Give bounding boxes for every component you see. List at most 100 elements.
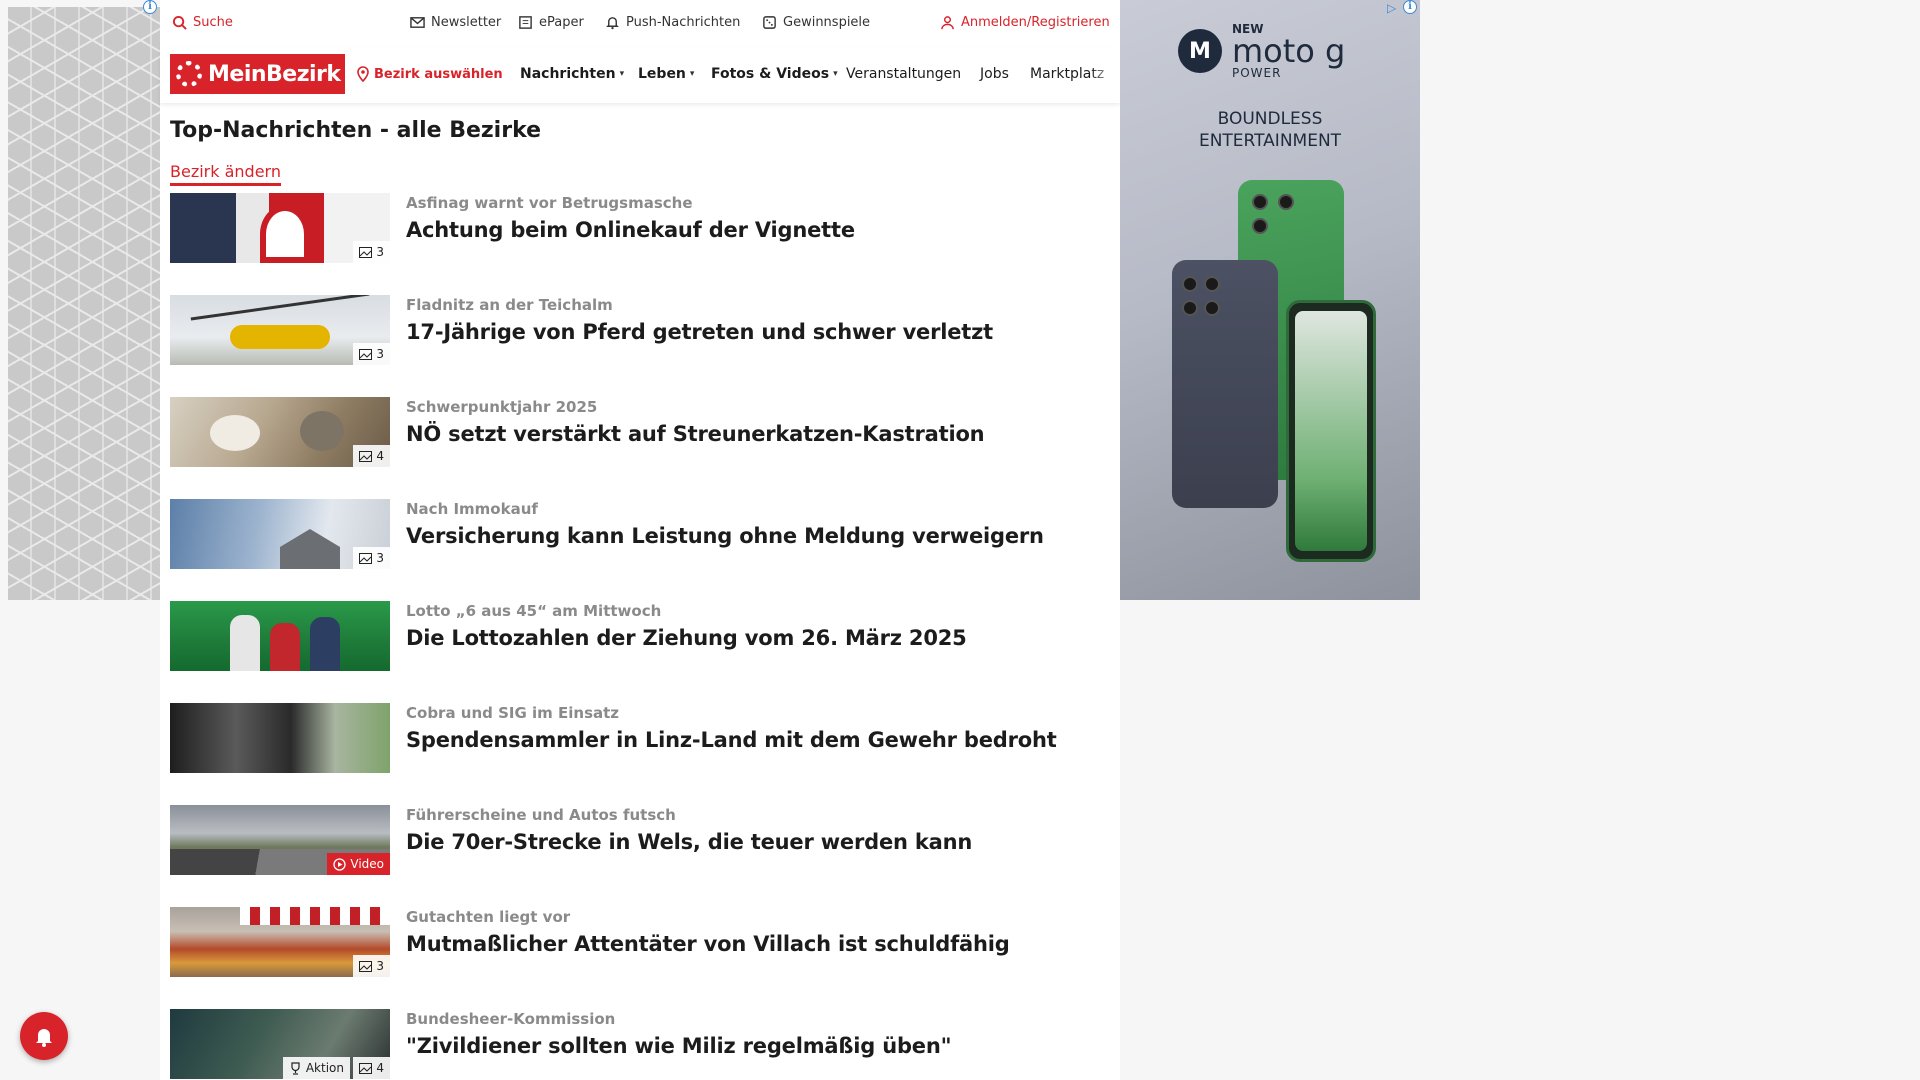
article-text: Schwerpunktjahr 2025 NÖ setzt verstärkt … — [406, 397, 985, 499]
article-headline[interactable]: Spendensammler in Linz-Land mit dem Gewe… — [406, 728, 1057, 752]
camera-icon — [1204, 276, 1220, 292]
user-icon — [941, 16, 954, 30]
epaper-link[interactable]: ePaper — [518, 15, 584, 30]
article-headline[interactable]: "Zivildiener sollten wie Miliz regelmäßi… — [406, 1034, 952, 1058]
article-headline[interactable]: Achtung beim Onlinekauf der Vignette — [406, 218, 855, 242]
article-item[interactable]: 4 Schwerpunktjahr 2025 NÖ setzt verstärk… — [170, 397, 1110, 499]
article-thumbnail[interactable]: 3 — [170, 193, 390, 263]
gallery-icon — [359, 960, 373, 972]
nav-nachrichten[interactable]: Nachrichten ▾ — [520, 66, 624, 82]
article-item[interactable]: 3 Nach Immokauf Versicherung kann Leistu… — [170, 499, 1110, 601]
gallery-badge: 3 — [353, 955, 390, 977]
trophy-icon — [291, 1061, 300, 1075]
video-label: Video — [350, 857, 384, 871]
gallery-icon — [359, 246, 373, 258]
article-kicker: Cobra und SIG im Einsatz — [406, 704, 620, 722]
nav-leben[interactable]: Leben ▾ — [638, 66, 694, 82]
article-text: Bundesheer-Kommission "Zivildiener sollt… — [406, 1009, 952, 1080]
ad-choices-icon[interactable]: ▷ — [1387, 1, 1396, 15]
article-text: Asfinag warnt vor Betrugsmasche Achtung … — [406, 193, 855, 295]
article-headline[interactable]: 17-Jährige von Pferd getreten und schwer… — [406, 320, 993, 344]
article-thumbnail[interactable] — [170, 601, 390, 671]
logo-text: MeinBezirk — [208, 61, 341, 87]
article-item[interactable]: Lotto „6 aus 45“ am Mittwoch Die Lottoza… — [170, 601, 1110, 703]
site-logo[interactable]: MeinBezirk — [170, 54, 345, 94]
newspaper-icon — [519, 16, 532, 29]
article-item[interactable]: Video Führerscheine und Autos futsch Die… — [170, 805, 1110, 907]
article-item[interactable]: Aktion 4 Bundesheer-Kommission "Zivildie… — [170, 1009, 1110, 1080]
left-ad-skyscraper[interactable] — [8, 7, 160, 600]
gallery-count: 3 — [376, 959, 384, 973]
gallery-badge: 3 — [353, 343, 390, 365]
gallery-count: 4 — [376, 1061, 384, 1075]
article-item[interactable]: 3 Gutachten liegt vor Mutmaßlicher Atten… — [170, 907, 1110, 1009]
login-link[interactable]: Anmelden/Registrieren — [940, 15, 1110, 30]
camera-icon — [1278, 194, 1294, 210]
article-item[interactable]: 3 Fladnitz an der Teichalm 17-Jährige vo… — [170, 295, 1110, 397]
epaper-label: ePaper — [539, 15, 584, 30]
search-link[interactable]: Suche — [172, 15, 233, 30]
article-kicker: Schwerpunktjahr 2025 — [406, 398, 598, 416]
newsletter-link[interactable]: Newsletter — [410, 15, 501, 30]
article-headline[interactable]: Mutmaßlicher Attentäter von Villach ist … — [406, 932, 1010, 956]
nav-nachrichten-label: Nachrichten — [520, 66, 616, 82]
logo-sun-icon — [176, 61, 202, 87]
article-text: Nach Immokauf Versicherung kann Leistung… — [406, 499, 1044, 601]
article-kicker: Fladnitz an der Teichalm — [406, 296, 613, 314]
nav-jobs[interactable]: Jobs — [980, 66, 1009, 82]
ad-tagline: BOUNDLESS ENTERTAINMENT — [1120, 108, 1420, 152]
right-ad-banner[interactable]: M NEW moto g POWER BOUNDLESS ENTERTAINME… — [1120, 0, 1420, 600]
article-headline[interactable]: Die 70er-Strecke in Wels, die teuer werd… — [406, 830, 972, 854]
phone-front-image — [1286, 300, 1376, 562]
play-icon — [333, 857, 347, 871]
gewinnspiele-link[interactable]: Gewinnspiele — [762, 15, 870, 30]
gallery-icon — [359, 450, 373, 462]
phone-dark-image — [1172, 260, 1278, 508]
gallery-badge: 4 — [353, 1057, 390, 1079]
nav-veranstaltungen[interactable]: Veranstaltungen — [846, 66, 961, 82]
gallery-icon — [359, 552, 373, 564]
nav-fade-overlay — [1090, 47, 1120, 103]
article-text: Fladnitz an der Teichalm 17-Jährige von … — [406, 295, 993, 397]
utility-bar: Suche Newsletter ePaper Push-Nachrichten… — [160, 0, 1120, 46]
article-thumbnail[interactable]: 3 — [170, 295, 390, 365]
gallery-badge: 3 — [353, 547, 390, 569]
search-label: Suche — [193, 15, 233, 30]
article-thumbnail[interactable]: 3 — [170, 499, 390, 569]
ad-tagline-line-1: BOUNDLESS — [1217, 109, 1323, 129]
camera-icon — [1204, 300, 1220, 316]
change-bezirk-link[interactable]: Bezirk ändern — [170, 162, 281, 186]
article-thumbnail[interactable]: Video — [170, 805, 390, 875]
article-thumbnail[interactable]: 4 — [170, 397, 390, 467]
article-kicker: Nach Immokauf — [406, 500, 538, 518]
notification-bell-button[interactable] — [20, 1012, 68, 1060]
ad-info-icon[interactable]: i — [143, 0, 157, 14]
article-thumbnail[interactable]: 3 — [170, 907, 390, 977]
ad-info-icon[interactable]: i — [1403, 0, 1417, 14]
article-text: Cobra und SIG im Einsatz Spendensammler … — [406, 703, 1057, 805]
bezirk-select-label: Bezirk auswählen — [374, 66, 503, 82]
article-item[interactable]: Cobra und SIG im Einsatz Spendensammler … — [170, 703, 1110, 805]
main-column: Suche Newsletter ePaper Push-Nachrichten… — [160, 0, 1120, 1080]
nav-fotos-videos[interactable]: Fotos & Videos ▾ — [711, 66, 838, 82]
page-title: Top-Nachrichten - alle Bezirke — [170, 118, 542, 143]
chevron-down-icon: ▾ — [689, 69, 695, 79]
main-navigation: MeinBezirk Bezirk auswählen Nachrichten … — [160, 47, 1120, 103]
bezirk-select[interactable]: Bezirk auswählen — [356, 66, 503, 82]
gallery-count: 3 — [376, 245, 384, 259]
push-link[interactable]: Push-Nachrichten — [605, 15, 740, 30]
article-thumbnail[interactable] — [170, 703, 390, 773]
article-kicker: Führerscheine und Autos futsch — [406, 806, 676, 824]
article-item[interactable]: 3 Asfinag warnt vor Betrugsmasche Achtun… — [170, 193, 1110, 295]
article-headline[interactable]: NÖ setzt verstärkt auf Streunerkatzen-Ka… — [406, 422, 985, 446]
nav-fotos-videos-label: Fotos & Videos — [711, 66, 830, 82]
article-headline[interactable]: Die Lottozahlen der Ziehung vom 26. März… — [406, 626, 967, 650]
chevron-down-icon: ▾ — [833, 69, 838, 79]
aktion-label: Aktion — [305, 1061, 344, 1075]
article-kicker: Bundesheer-Kommission — [406, 1010, 616, 1028]
article-headline[interactable]: Versicherung kann Leistung ohne Meldung … — [406, 524, 1044, 548]
article-thumbnail[interactable]: Aktion 4 — [170, 1009, 390, 1079]
push-label: Push-Nachrichten — [626, 15, 741, 30]
nav-veranstaltungen-label: Veranstaltungen — [846, 66, 962, 82]
nav-leben-label: Leben — [638, 66, 686, 82]
